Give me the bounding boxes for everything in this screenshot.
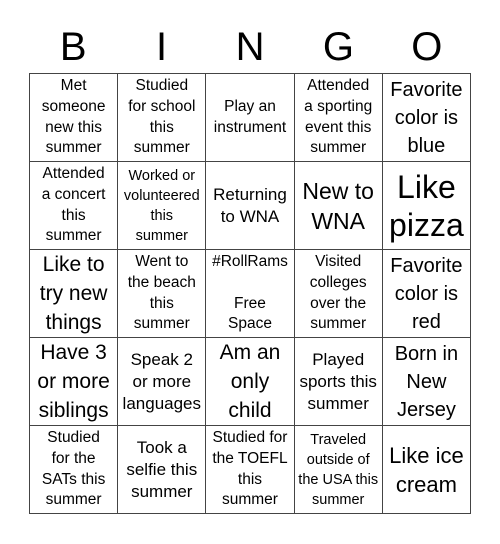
header-letter-g: G [322, 25, 354, 69]
cell-text: Went to the beach this summer [127, 253, 196, 333]
cell-text: #RollRams Free Space [212, 253, 288, 333]
bingo-cell[interactable]: Worked or volunteered this summer [118, 162, 207, 250]
bingo-cell[interactable]: Played sports this summer [294, 338, 383, 426]
bingo-cell[interactable]: Studied for school this summer [118, 74, 207, 162]
bingo-cell[interactable]: Like pizza [382, 162, 471, 250]
bingo-cell[interactable]: Returning to WNA [206, 162, 295, 250]
bingo-cell[interactable]: Play an instrument [206, 74, 295, 162]
cell-text: Played sports this summer [299, 349, 377, 413]
cell-text: Studied for the SATs this summer [41, 429, 106, 509]
cell-text: Visited colleges over the summer [309, 253, 367, 333]
bingo-cell[interactable]: Speak 2 or more languages [118, 338, 207, 426]
bingo-cell[interactable]: Studied for the SATs this summer [30, 426, 119, 514]
bingo-grid: Met someone new this summer Studied for … [29, 73, 471, 514]
cell-text: Favorite color is blue [390, 78, 463, 157]
cell-text: Studied for school this summer [128, 77, 196, 157]
cell-text: Worked or volunteered this summer [123, 167, 200, 244]
cell-text: Have 3 or more siblings [37, 341, 110, 422]
cell-text: Traveled outside of the USA this summer [298, 431, 379, 508]
bingo-cell[interactable]: Favorite color is red [382, 250, 471, 338]
bingo-cell[interactable]: Favorite color is blue [382, 74, 471, 162]
bingo-cell[interactable]: Met someone new this summer [30, 74, 119, 162]
bingo-cell[interactable]: Took a selfie this summer [118, 426, 207, 514]
header-letter-b: B [59, 25, 87, 69]
cell-text: Met someone new this summer [41, 77, 106, 157]
cell-text: Born in New Jersey [394, 342, 459, 421]
bingo-cell[interactable]: Traveled outside of the USA this summer [294, 426, 383, 514]
header-letter-i: I [156, 25, 168, 69]
bingo-cell[interactable]: Have 3 or more siblings [30, 338, 119, 426]
cell-text: Attended a concert this summer [41, 165, 106, 245]
bingo-header: B I N G O [29, 22, 471, 72]
bingo-cell[interactable]: Went to the beach this summer [118, 250, 207, 338]
bingo-cell[interactable]: Attended a sporting event this summer [294, 74, 383, 162]
bingo-cell[interactable]: Attended a concert this summer [30, 162, 119, 250]
bingo-cell[interactable]: Am an only child [206, 338, 295, 426]
cell-text: Returning to WNA [213, 184, 287, 226]
cell-text: Like ice cream [389, 442, 464, 497]
bingo-cell[interactable]: Visited colleges over the summer [294, 250, 383, 338]
header-letter-n: N [235, 25, 265, 69]
cell-text: Speak 2 or more languages [122, 349, 202, 413]
bingo-cell[interactable]: New to WNA [294, 162, 383, 250]
cell-text: Studied for the TOEFL this summer [212, 429, 288, 509]
cell-text: Like to try new things [39, 253, 108, 334]
cell-text: Like pizza [389, 168, 464, 243]
cell-text: Favorite color is red [390, 254, 463, 333]
cell-text: New to WNA [302, 177, 374, 234]
bingo-cell[interactable]: Like to try new things [30, 250, 119, 338]
cell-text: Am an only child [219, 341, 281, 422]
bingo-cell[interactable]: Like ice cream [382, 426, 471, 514]
bingo-cell[interactable]: Studied for the TOEFL this summer [206, 426, 295, 514]
cell-text: Took a selfie this summer [126, 437, 198, 501]
cell-text: Play an instrument [213, 97, 287, 136]
free-space-cell[interactable]: #RollRams Free Space [206, 250, 295, 338]
bingo-cell[interactable]: Born in New Jersey [382, 338, 471, 426]
header-letter-o: O [411, 25, 443, 69]
cell-text: Attended a sporting event this summer [304, 77, 373, 157]
